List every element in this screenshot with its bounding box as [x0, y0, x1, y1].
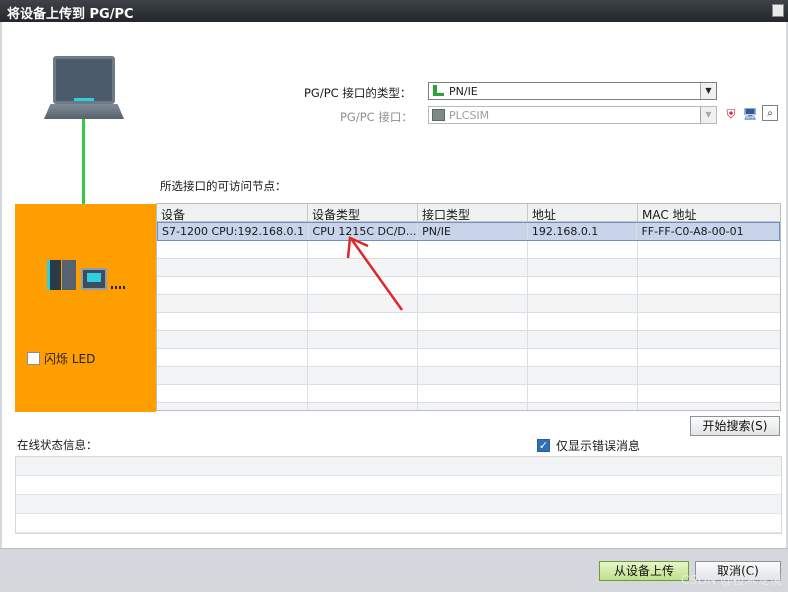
shield-icon[interactable]: ⛨ [723, 106, 739, 122]
interface-type-label: PG/PC 接口的类型： [304, 86, 412, 100]
interface-value: PLCSIM [449, 108, 490, 122]
interface-type-select[interactable]: PN/IE ▼ [428, 82, 717, 100]
start-search-button[interactable]: 开始搜索(S) [690, 416, 780, 436]
nodes-table: 设备 设备类型 接口类型 地址 MAC 地址 S7-1200 CPU:192.1… [156, 203, 781, 411]
list-item [16, 495, 781, 514]
empty-row [157, 385, 780, 403]
empty-row [157, 259, 780, 277]
empty-row [157, 241, 780, 259]
flash-led-checkbox[interactable]: 闪烁 LED [27, 350, 95, 367]
list-item [16, 476, 781, 495]
status-messages-list [15, 456, 782, 534]
table-row[interactable]: S7-1200 CPU:192.168.0.1 CPU 1215C DC/D..… [157, 222, 780, 241]
upload-from-device-button[interactable]: 从设备上传 [599, 561, 689, 581]
empty-row [157, 403, 780, 410]
column-header-mac[interactable]: MAC 地址 [638, 204, 780, 221]
plc-device-icon [47, 260, 127, 292]
annotation-arrow-icon [346, 236, 404, 311]
diagnostics-icon[interactable]: ⌕ [762, 105, 778, 121]
only-errors-checkbox[interactable]: ✓ 仅显示错误消息 [537, 437, 640, 454]
close-icon[interactable] [772, 4, 784, 17]
monitor-icon[interactable]: 🖥 [742, 106, 758, 122]
watermark: CSDN @技术龙境 [680, 573, 782, 587]
dialog-footer: 从设备上传 取消(C) CSDN @技术龙境 [0, 548, 788, 592]
empty-row [157, 349, 780, 367]
interface-select: PLCSIM ▼ [428, 106, 717, 124]
accessible-nodes-label: 所选接口的可访问节点： [160, 179, 287, 193]
chevron-down-icon: ▼ [700, 107, 716, 123]
list-item [16, 514, 781, 533]
column-header-device[interactable]: 设备 [157, 204, 308, 221]
interface-type-value: PN/IE [449, 84, 478, 98]
column-header-interface-type[interactable]: 接口类型 [418, 204, 528, 221]
only-errors-box[interactable]: ✓ [537, 439, 550, 452]
empty-row [157, 277, 780, 295]
list-item [16, 457, 781, 476]
target-device-panel: 闪烁 LED [15, 204, 156, 412]
cell-mac: FF-FF-C0-A8-00-01 [641, 225, 744, 238]
empty-row [157, 295, 780, 313]
pc-monitor-icon [53, 56, 115, 104]
chevron-down-icon[interactable]: ▼ [700, 83, 716, 99]
network-icon [432, 85, 445, 97]
cell-address: 192.168.0.1 [528, 223, 638, 240]
empty-row [157, 313, 780, 331]
only-errors-label: 仅显示错误消息 [556, 439, 641, 453]
flash-led-box[interactable] [27, 352, 40, 365]
flash-led-label: 闪烁 LED [44, 352, 96, 366]
online-status-label: 在线状态信息： [17, 438, 98, 452]
column-header-device-type[interactable]: 设备类型 [308, 204, 418, 221]
title-bar: 将设备上传到 PG/PC [0, 0, 788, 22]
plcsim-icon [432, 109, 445, 121]
cell-interface-type: PN/IE [418, 223, 528, 240]
column-header-address[interactable]: 地址 [528, 204, 638, 221]
cell-device: S7-1200 CPU:192.168.0.1 [158, 223, 309, 240]
table-header: 设备 设备类型 接口类型 地址 MAC 地址 [157, 204, 780, 222]
empty-row [157, 331, 780, 349]
empty-row [157, 367, 780, 385]
interface-label: PG/PC 接口： [340, 110, 413, 124]
window-title: 将设备上传到 PG/PC [7, 7, 134, 22]
pc-keyboard-icon [44, 104, 124, 119]
